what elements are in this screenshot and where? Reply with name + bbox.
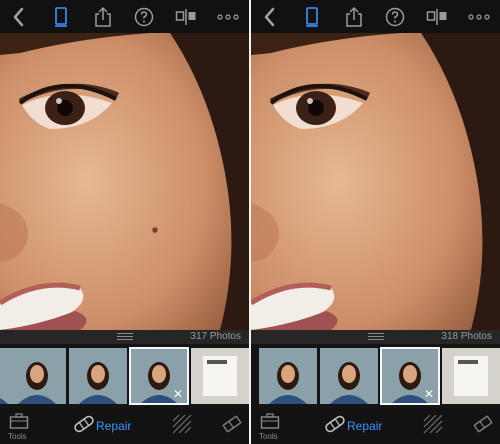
repair-button[interactable]: [323, 412, 347, 436]
photo-count: 317 Photos: [190, 331, 241, 342]
tools-button[interactable]: [259, 412, 281, 430]
photo-info-bar: 317 Photos: [0, 330, 249, 344]
photo-count: 318 Photos: [441, 331, 492, 342]
eraser-icon: [222, 415, 242, 433]
thumbnail[interactable]: [442, 348, 500, 404]
thumbnail-portrait: [8, 348, 66, 404]
compare-button[interactable]: [46, 2, 76, 32]
thumbnail-portrait: [320, 348, 378, 404]
texture-button[interactable]: [421, 412, 445, 436]
eraser-button[interactable]: [471, 412, 495, 436]
texture-button[interactable]: [170, 412, 194, 436]
portrait-closeup: [251, 33, 500, 330]
bottom-toolbar: Tools Repair: [0, 408, 249, 444]
repair-label: Repair: [347, 419, 383, 433]
repair-button[interactable]: [72, 412, 96, 436]
thumbnail-selected[interactable]: ✕: [129, 347, 189, 405]
photo-strip: ✕: [251, 344, 500, 408]
remove-icon[interactable]: ✕: [424, 387, 434, 401]
toolbox-icon: [260, 413, 280, 429]
thumbnail[interactable]: [69, 348, 127, 404]
remove-icon[interactable]: ✕: [173, 387, 183, 401]
thumbnail[interactable]: [320, 348, 378, 404]
thumbnail-portrait: [259, 348, 317, 404]
split-view-button[interactable]: [171, 2, 201, 32]
screenshot-stage: 317 Photos ✕ Tools Repair 318 Photos ✕ T…: [0, 0, 500, 444]
compare-icon: [54, 6, 67, 27]
more-icon: [468, 13, 490, 20]
edited-photo-canvas[interactable]: [0, 33, 249, 330]
bandage-icon: [325, 415, 345, 433]
top-toolbar: [251, 0, 500, 33]
thumbnail-document: [442, 348, 500, 404]
share-icon: [345, 6, 362, 27]
back-button[interactable]: [255, 2, 285, 32]
compare-button[interactable]: [297, 2, 327, 32]
tools-button[interactable]: [8, 412, 30, 430]
help-button[interactable]: [129, 2, 159, 32]
top-toolbar: [0, 0, 249, 33]
portrait-closeup: [0, 33, 249, 330]
back-button[interactable]: [4, 2, 34, 32]
help-icon: [386, 7, 405, 26]
share-icon: [94, 6, 111, 27]
thumbnail-portrait: [69, 348, 127, 404]
split-view-icon: [175, 8, 196, 25]
help-button[interactable]: [380, 2, 410, 32]
tools-label: Tools: [259, 432, 278, 441]
texture-icon: [172, 414, 192, 434]
eraser-button[interactable]: [220, 412, 244, 436]
left-editor-panel: 317 Photos ✕ Tools Repair: [0, 0, 249, 444]
bandage-icon: [74, 415, 94, 433]
chevron-left-icon: [264, 7, 275, 26]
more-button[interactable]: [213, 2, 243, 32]
compare-icon: [305, 6, 318, 27]
thumbnail[interactable]: [259, 348, 317, 404]
photo-strip: ✕: [0, 344, 249, 408]
split-view-button[interactable]: [422, 2, 452, 32]
share-button[interactable]: [339, 2, 369, 32]
repair-label: Repair: [96, 419, 132, 433]
bottom-toolbar: Tools Repair: [251, 408, 500, 444]
more-button[interactable]: [464, 2, 494, 32]
edited-photo-canvas[interactable]: [251, 33, 500, 330]
right-editor-panel: 318 Photos ✕ Tools Repair: [251, 0, 500, 444]
share-button[interactable]: [88, 2, 118, 32]
split-view-icon: [426, 8, 447, 25]
texture-icon: [423, 414, 443, 434]
toolbox-icon: [9, 413, 29, 429]
photo-info-bar: 318 Photos: [251, 330, 500, 344]
thumbnail[interactable]: [191, 348, 249, 404]
thumbnail-document: [191, 348, 249, 404]
drawer-handle[interactable]: [368, 333, 384, 341]
more-icon: [217, 13, 239, 20]
tools-label: Tools: [8, 432, 27, 441]
thumbnail-selected[interactable]: ✕: [380, 347, 440, 405]
eraser-icon: [473, 415, 493, 433]
thumbnail[interactable]: [8, 348, 66, 404]
chevron-left-icon: [13, 7, 24, 26]
help-icon: [135, 7, 154, 26]
drawer-handle[interactable]: [117, 333, 133, 341]
